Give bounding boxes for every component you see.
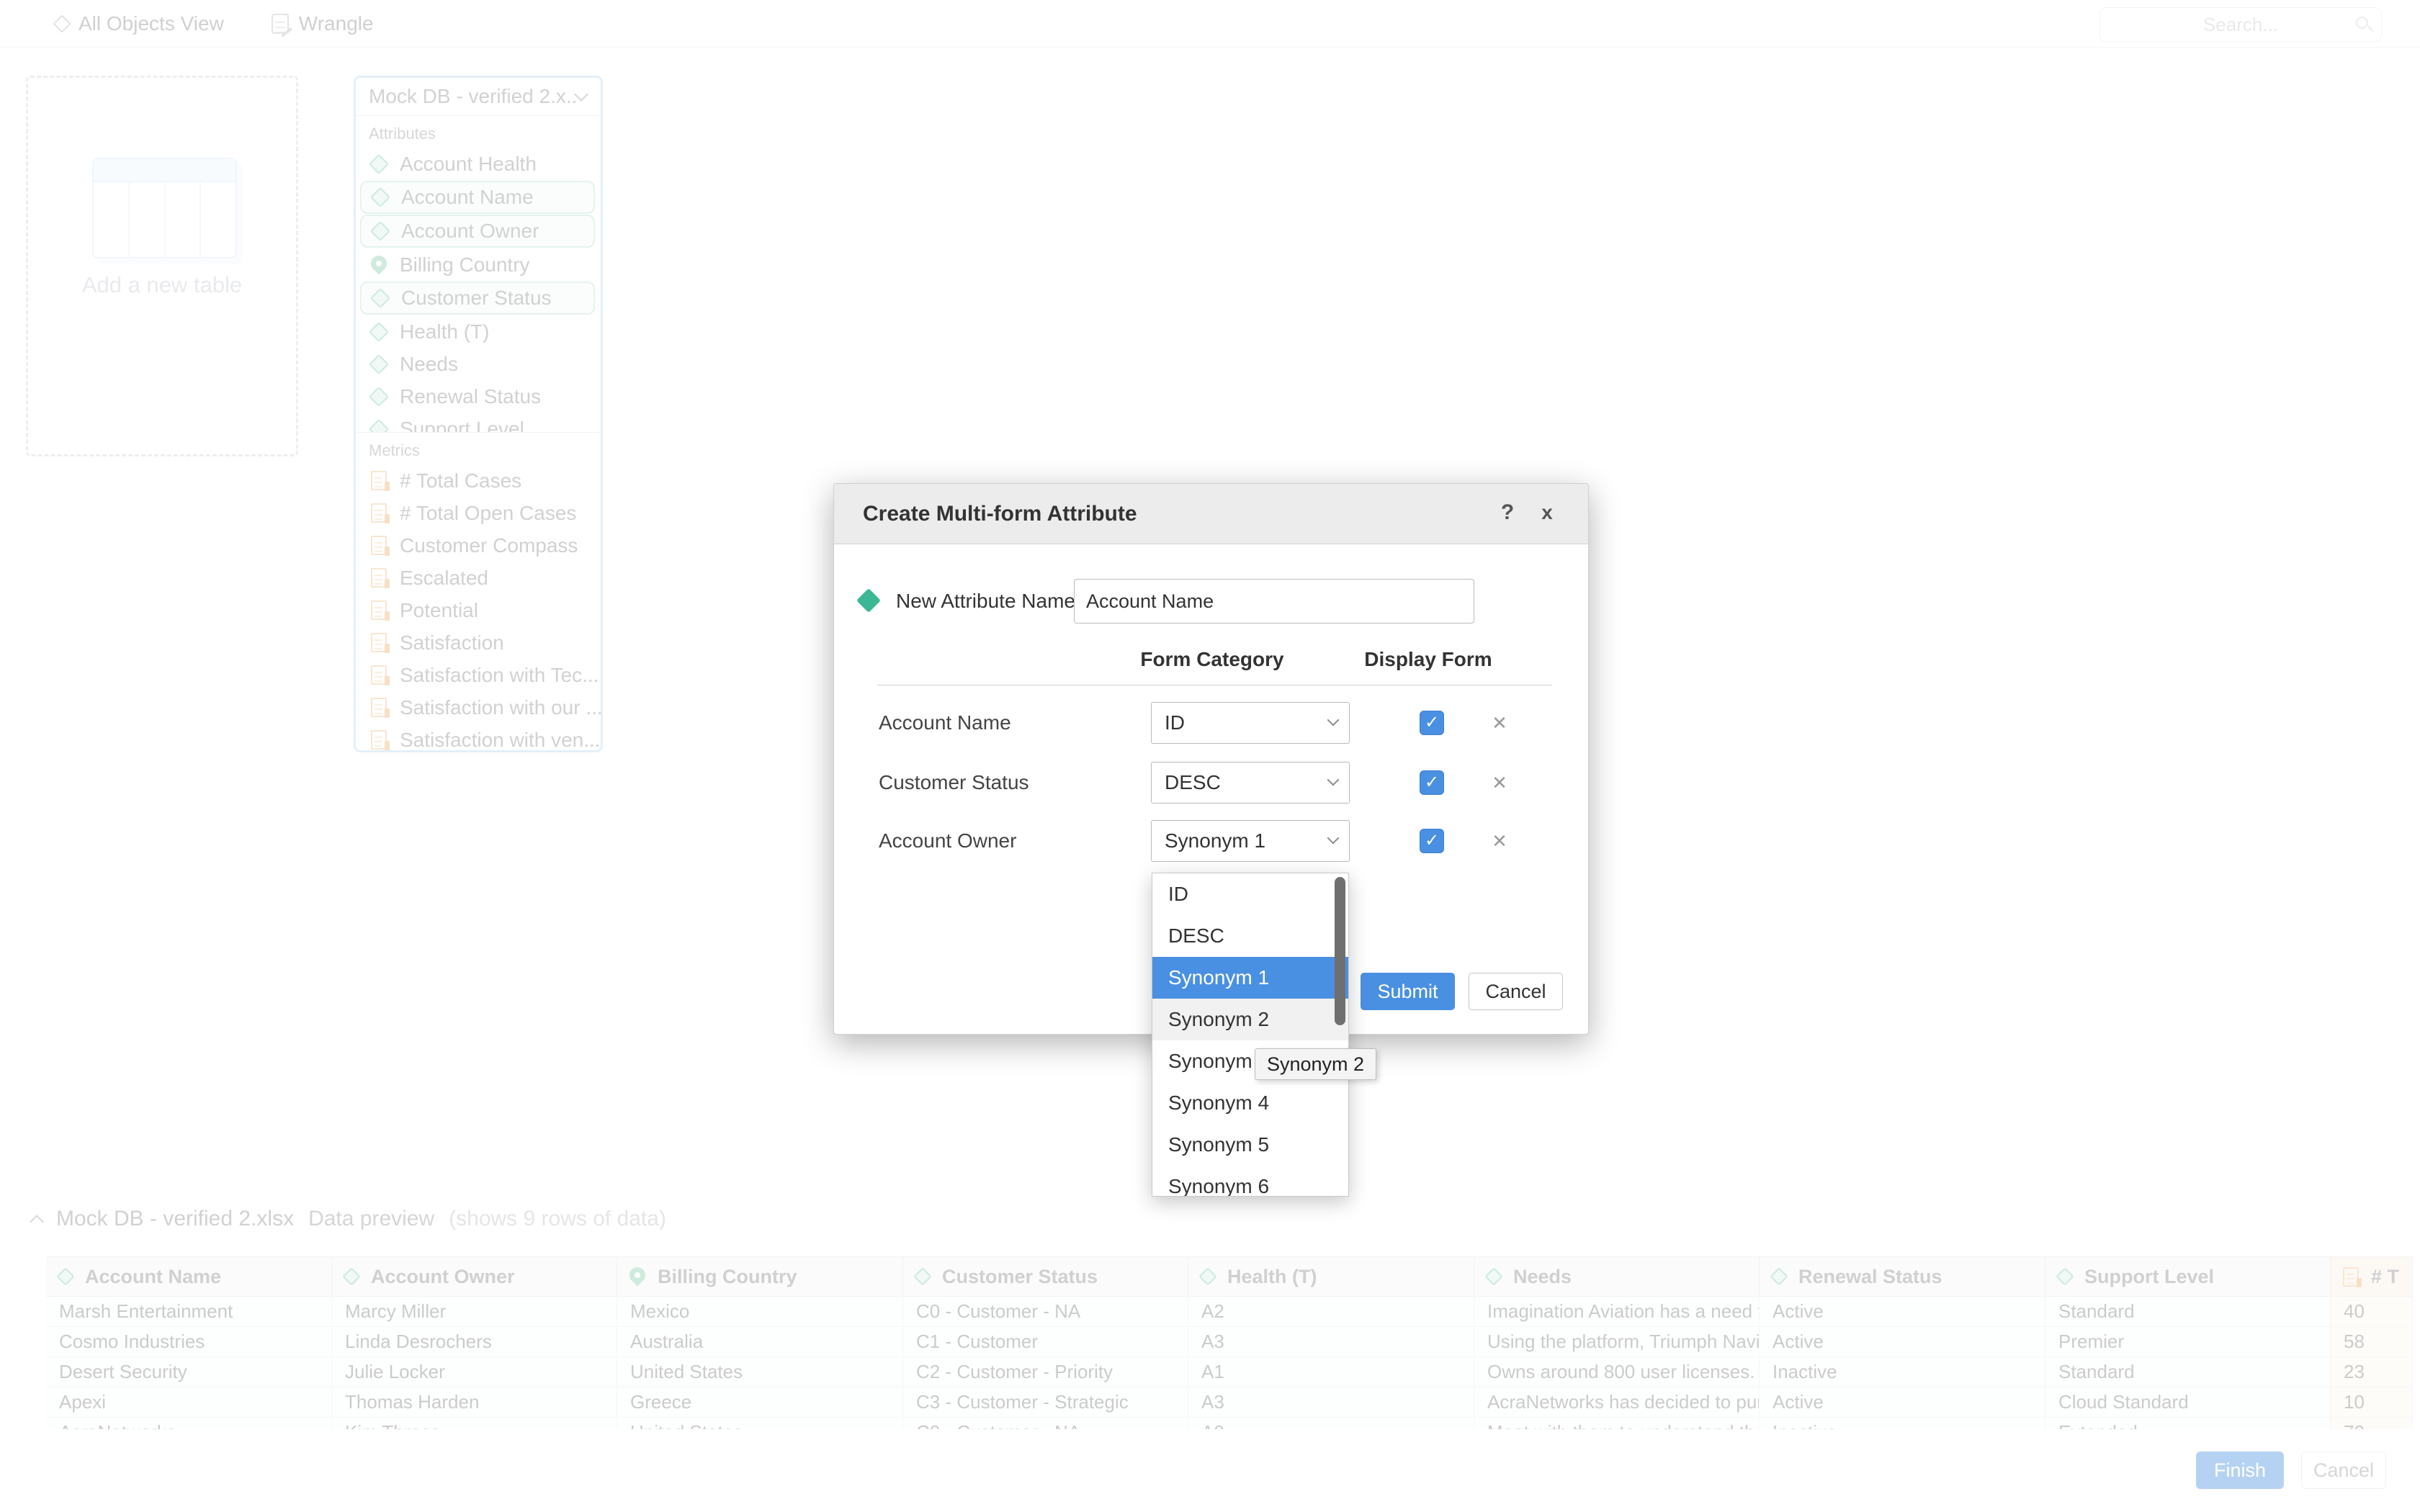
new-attribute-name-label: New Attribute Name:: [896, 579, 1081, 624]
form-category-column-header: Form Category: [1108, 648, 1317, 671]
form-row-label: Customer Status: [879, 762, 1029, 804]
remove-row-icon[interactable]: ✕: [1488, 820, 1511, 862]
submit-button[interactable]: Submit: [1361, 973, 1455, 1010]
dropdown-option-synonym-2[interactable]: Synonym 2: [1152, 999, 1348, 1040]
display-form-column-header: Display Form: [1324, 648, 1533, 671]
remove-row-icon[interactable]: ✕: [1488, 702, 1511, 744]
chevron-down-icon: [1327, 832, 1340, 845]
selected-value: ID: [1165, 711, 1185, 734]
form-row-customer-status: Customer Status DESC ✓ ✕: [834, 762, 1588, 804]
form-row-label: Account Name: [879, 702, 1011, 744]
new-attribute-name-input[interactable]: [1074, 579, 1474, 624]
dropdown-option-synonym-6[interactable]: Synonym 6: [1152, 1166, 1348, 1197]
display-form-checkbox[interactable]: ✓: [1420, 829, 1444, 853]
form-row-account-owner: Account Owner Synonym 1 ✓ ✕: [834, 820, 1588, 862]
remove-row-icon[interactable]: ✕: [1488, 762, 1511, 804]
chevron-down-icon: [1327, 774, 1340, 786]
selected-value: Synonym 1: [1165, 829, 1265, 852]
dropdown-option-synonym-4[interactable]: Synonym 4: [1152, 1082, 1348, 1124]
dropdown-option-desc[interactable]: DESC: [1152, 915, 1348, 957]
option-tooltip: Synonym 2: [1255, 1048, 1376, 1080]
display-form-checkbox[interactable]: ✓: [1420, 711, 1444, 735]
close-icon[interactable]: x: [1535, 484, 1559, 541]
selected-value: DESC: [1165, 771, 1221, 793]
help-icon[interactable]: ?: [1495, 484, 1520, 541]
form-row-label: Account Owner: [879, 820, 1016, 862]
form-category-select[interactable]: DESC: [1151, 762, 1350, 804]
form-category-dropdown-list: IDDESCSynonym 1Synonym 2Synonym 3Synonym…: [1152, 873, 1349, 1197]
form-category-select[interactable]: Synonym 1: [1151, 820, 1350, 862]
form-row-account-name: Account Name ID ✓ ✕: [834, 702, 1588, 744]
dropdown-option-synonym-5[interactable]: Synonym 5: [1152, 1124, 1348, 1166]
dialog-header: Create Multi-form Attribute ? x: [834, 484, 1588, 544]
dialog-title: Create Multi-form Attribute: [863, 484, 1137, 544]
scrollbar-thumb[interactable]: [1335, 877, 1345, 1025]
display-form-checkbox[interactable]: ✓: [1420, 770, 1444, 795]
dropdown-option-id[interactable]: ID: [1152, 873, 1348, 915]
chevron-down-icon: [1327, 714, 1340, 726]
form-category-select[interactable]: ID: [1151, 702, 1350, 744]
dropdown-option-synonym-1[interactable]: Synonym 1: [1152, 957, 1348, 999]
attribute-diamond-icon: [856, 588, 881, 613]
cancel-button[interactable]: Cancel: [1469, 973, 1563, 1010]
